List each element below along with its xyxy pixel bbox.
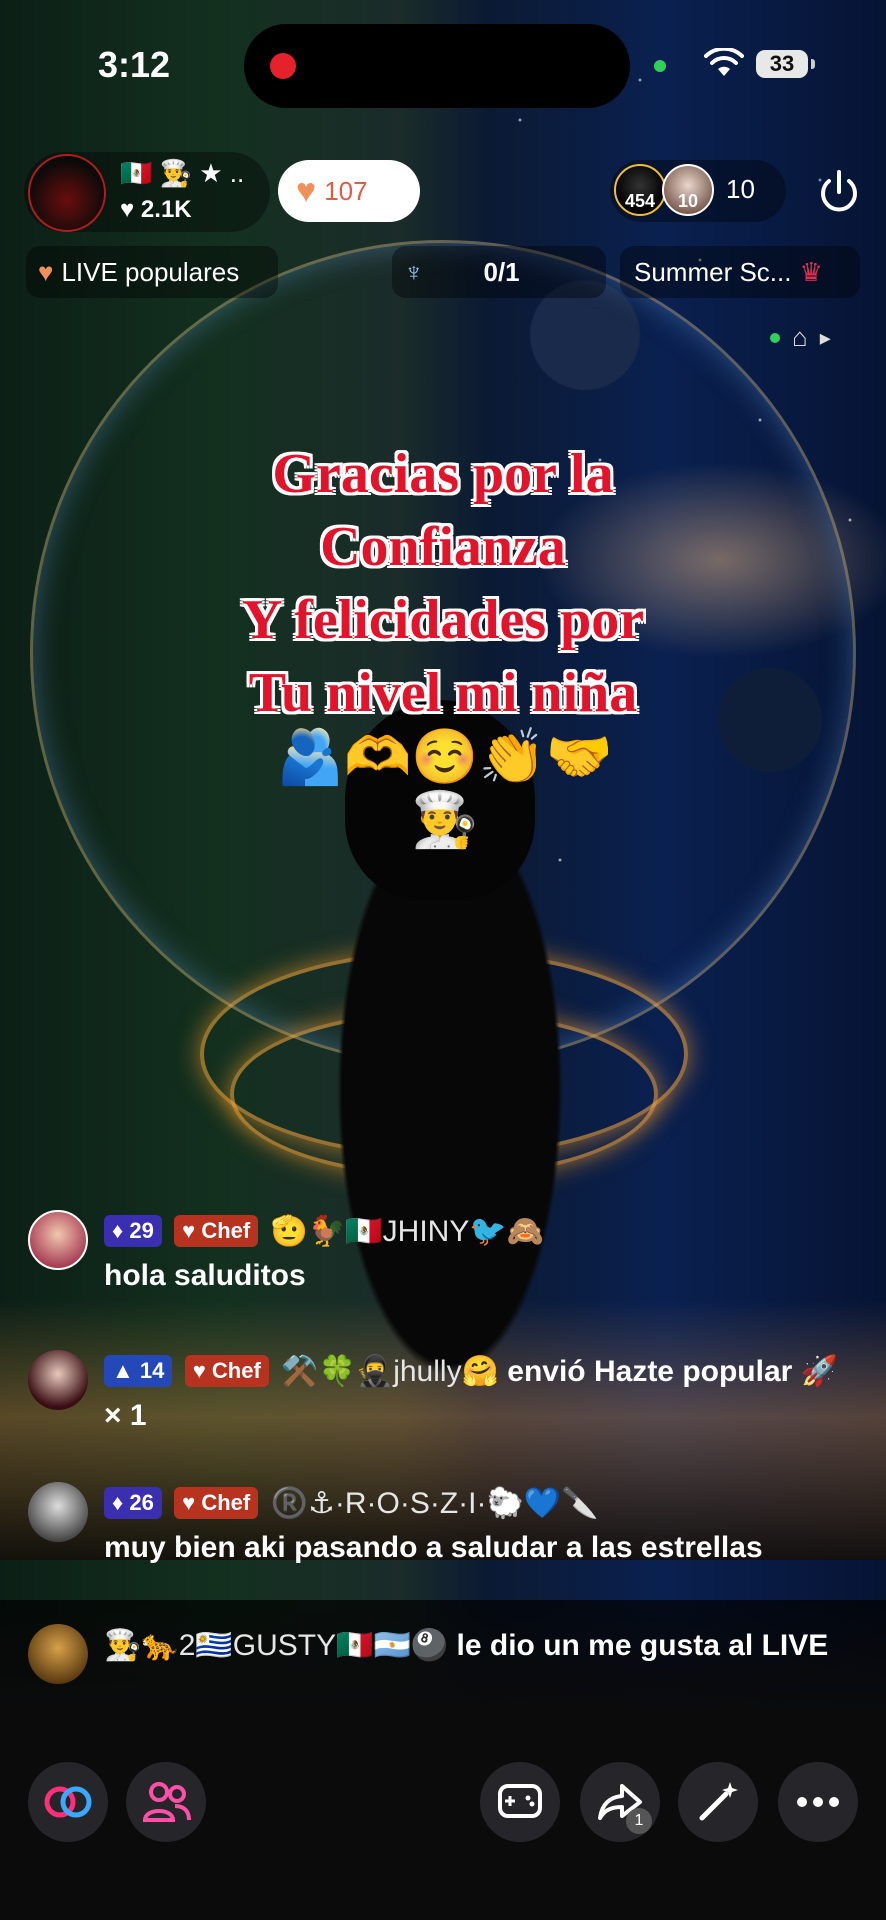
wifi-icon [704, 48, 744, 76]
power-icon[interactable] [814, 168, 864, 218]
home-icon[interactable]: ⌂ [792, 322, 808, 353]
share-count-badge: 1 [626, 1808, 652, 1834]
broken-heart-icon: ♥ [38, 256, 54, 287]
status-time: 3:12 [98, 44, 171, 85]
role-badge: ♥ Chef [174, 1487, 259, 1519]
overlay-emoji: 🫂🫶☺️👏🤝👨‍🍳 [276, 727, 614, 850]
people-icon [142, 1782, 191, 1822]
more-options-button[interactable] [778, 1762, 858, 1842]
level-badge: ♦ 26 [104, 1487, 162, 1519]
user-avatar[interactable] [28, 1350, 88, 1410]
message-text: hola saluditos [104, 1259, 306, 1292]
dynamic-island [244, 24, 630, 108]
goal-icon: ♆ [404, 256, 424, 287]
role-badge: ♥ Chef [174, 1215, 259, 1247]
recording-indicator-icon [270, 53, 296, 79]
live-popular-chip[interactable]: ♥ LIVE populares [26, 246, 278, 298]
overlay-line: Tu nivel mi niña [248, 662, 638, 724]
user-avatar[interactable] [28, 1210, 88, 1270]
level-badge: ▲ 14 [104, 1355, 173, 1387]
effects-button[interactable] [678, 1762, 758, 1842]
overlay-message: Gracias por la Confianza Y felicidades p… [120, 438, 766, 730]
guests-button[interactable] [126, 1762, 206, 1842]
role-badge: ♥ Chef [184, 1355, 269, 1387]
top-viewer-avatar[interactable]: 10 [662, 164, 714, 216]
message-text: muy bien aki pasando a saludar a las est… [104, 1531, 763, 1564]
magic-wand-icon [699, 1782, 738, 1821]
like-button[interactable]: ♥ 107 [278, 160, 420, 222]
viewer-count: 10 [726, 174, 755, 204]
chat-message[interactable]: ♦ 29 ♥ Chef 🫡🐓🇲🇽JHINY🐦🙈 hola saluditos [28, 1210, 858, 1298]
user-avatar[interactable] [28, 1482, 88, 1542]
host-likes-count: 2.1K [140, 196, 192, 223]
rooms-button[interactable] [480, 1762, 560, 1842]
battery-icon: 33 [756, 50, 815, 78]
goal-chip[interactable]: ♆ 0/1 [392, 246, 606, 298]
chevron-right-icon[interactable]: ▸ [820, 325, 831, 351]
overlay-line: Gracias por la [272, 443, 614, 505]
username[interactable]: 👨‍🍳🐆2🇺🇾GUSTY🇲🇽🇦🇷🎱 [104, 1629, 448, 1662]
share-button[interactable]: 1 [580, 1762, 660, 1842]
top-viewer-avatar[interactable]: 454 [614, 164, 666, 216]
username[interactable]: ⚒️🍀🥷jhully🤗 [281, 1355, 499, 1388]
summer-event-chip[interactable]: Summer Sc... ♛ [620, 246, 860, 298]
goal-progress: 0/1 [483, 256, 520, 287]
overlay-line: Y felicidades por [241, 589, 645, 651]
host-avatar[interactable] [28, 154, 106, 232]
viewer-list[interactable]: 454 10 10 [610, 160, 786, 222]
like-count: 107 [324, 175, 368, 206]
host-profile[interactable]: 🇲🇽 👨‍🍳 ★ .. ♥ 2.1K [24, 152, 270, 232]
host-badges: 🇲🇽 👨‍🍳 ★ .. [120, 158, 245, 188]
chat-message[interactable]: ♦ 26 ♥ Chef ®️⚓·R·O·S·Z·I·🐑💙🔪 muy bien a… [28, 1482, 858, 1570]
camera-in-use-dot [654, 60, 666, 72]
user-avatar[interactable] [28, 1624, 88, 1684]
username[interactable]: ®️⚓·R·O·S·Z·I·🐑💙🔪 [271, 1487, 599, 1520]
chat-message[interactable]: ▲ 14 ♥ Chef ⚒️🍀🥷jhully🤗 envió Hazte popu… [28, 1350, 858, 1438]
live-popular-label: LIVE populares [61, 256, 240, 287]
summer-event-label: Summer Sc... [634, 256, 792, 287]
host-likes: ♥ 2.1K [120, 196, 192, 224]
chat-message[interactable]: 👨‍🍳🐆2🇺🇾GUSTY🇲🇽🇦🇷🎱 le dio un me gusta al … [28, 1624, 858, 1684]
level-badge: ♦ 29 [104, 1215, 162, 1247]
username[interactable]: 🫡🐓🇲🇽JHINY🐦🙈 [271, 1215, 544, 1248]
message-text: le dio un me gusta al LIVE [456, 1629, 829, 1662]
overlay-line: Confianza [320, 516, 566, 578]
online-dot [770, 332, 780, 343]
heart-icon: ♥ [120, 196, 135, 223]
mini-indicators: ⌂ ▸ [770, 322, 831, 353]
link-icon [44, 1786, 92, 1818]
gamepad-icon [498, 1784, 542, 1818]
multi-guest-button[interactable] [28, 1762, 108, 1842]
heart-icon: ♥ [296, 172, 317, 210]
ellipsis-icon [797, 1797, 839, 1807]
gift-icon: ♛ [799, 256, 823, 287]
